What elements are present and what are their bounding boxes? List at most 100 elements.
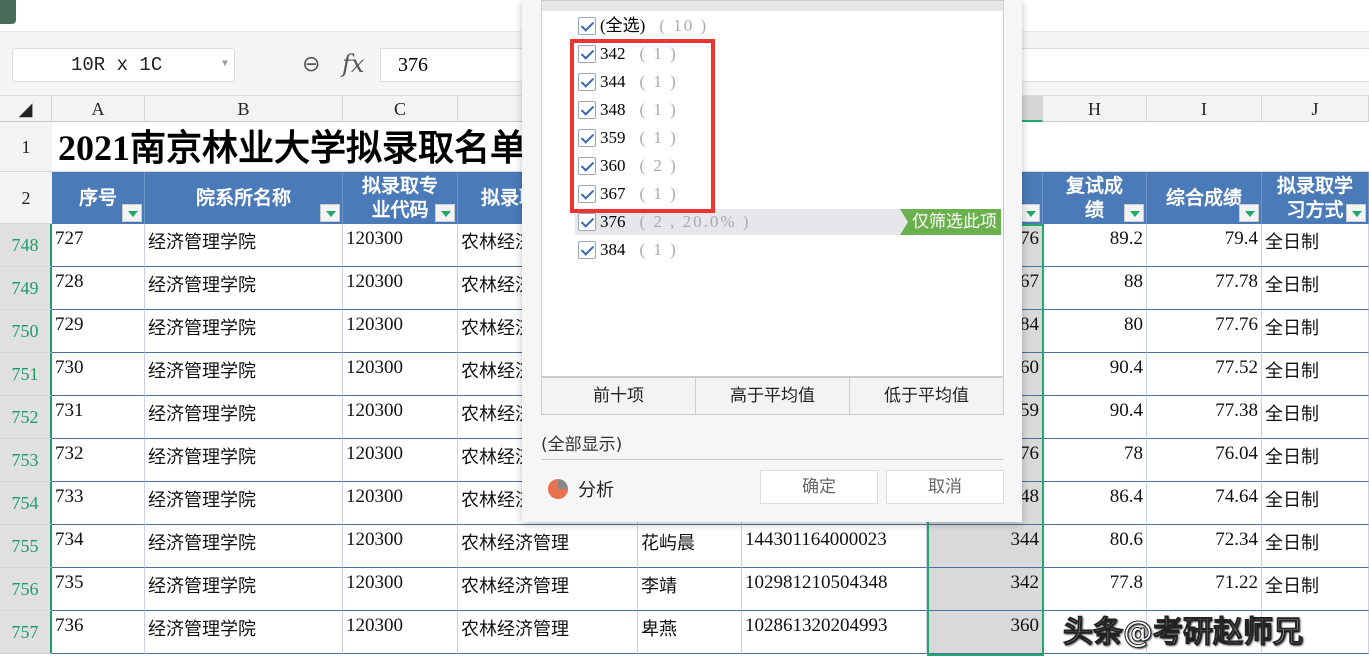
cell-J[interactable]: 全日制: [1262, 525, 1369, 568]
column-header-B[interactable]: B: [145, 96, 343, 122]
filter-dropdown-button[interactable]: [1020, 204, 1040, 222]
cell-B[interactable]: 经济管理学院: [145, 482, 343, 525]
cell-A[interactable]: 730: [52, 353, 145, 396]
row-header[interactable]: 748: [0, 224, 52, 267]
row-header[interactable]: 754: [0, 482, 52, 525]
cell-C[interactable]: 120300: [343, 439, 458, 482]
cell-F[interactable]: 102981210504348: [742, 568, 927, 611]
filter-dropdown-button[interactable]: [122, 204, 142, 222]
cell-B[interactable]: 经济管理学院: [145, 525, 343, 568]
column-header-J[interactable]: J: [1262, 96, 1369, 122]
cell-F[interactable]: 102861320204993: [742, 611, 927, 654]
cell-A[interactable]: 735: [52, 568, 145, 611]
cell-H[interactable]: 90.4: [1043, 353, 1147, 396]
cell-I[interactable]: 77.76: [1147, 310, 1262, 353]
cell-H[interactable]: 80: [1043, 310, 1147, 353]
column-header-C[interactable]: C: [343, 96, 458, 122]
row-header[interactable]: 755: [0, 525, 52, 568]
cell-J[interactable]: 全日制: [1262, 396, 1369, 439]
filter-dropdown-button[interactable]: [1239, 204, 1259, 222]
cell-A[interactable]: 733: [52, 482, 145, 525]
below-average-button[interactable]: 低于平均值: [850, 378, 1003, 414]
cell-H[interactable]: 78: [1043, 439, 1147, 482]
cell-C[interactable]: 120300: [343, 525, 458, 568]
cell-F[interactable]: 144301164000023: [742, 525, 927, 568]
column-header-I[interactable]: I: [1147, 96, 1262, 122]
fx-icon[interactable]: fx: [342, 50, 364, 78]
cell-C[interactable]: 120300: [343, 396, 458, 439]
cell-I[interactable]: 77.38: [1147, 396, 1262, 439]
cell-H[interactable]: 89.2: [1043, 224, 1147, 267]
cell-J[interactable]: 全日制: [1262, 568, 1369, 611]
row-header[interactable]: 753: [0, 439, 52, 482]
cell-J[interactable]: 全日制: [1262, 267, 1369, 310]
cell-B[interactable]: 经济管理学院: [145, 224, 343, 267]
cell-C[interactable]: 120300: [343, 611, 458, 654]
filter-dropdown-button[interactable]: [435, 204, 455, 222]
ok-button[interactable]: 确定: [760, 470, 878, 504]
checkbox-checked-icon[interactable]: [578, 241, 596, 259]
name-box[interactable]: 10R x 1C▼: [12, 48, 235, 82]
checkbox-checked-icon[interactable]: [578, 17, 596, 35]
filter-dropdown-button[interactable]: [320, 204, 340, 222]
row-header-2[interactable]: 2: [0, 172, 52, 224]
filter-item[interactable]: (全选)( 10 ): [578, 13, 708, 39]
cell-E[interactable]: 李靖: [638, 568, 742, 611]
cell-B[interactable]: 经济管理学院: [145, 611, 343, 654]
cell-D[interactable]: 农林经济管理: [458, 568, 638, 611]
cell-A[interactable]: 734: [52, 525, 145, 568]
filter-only-this-button[interactable]: 仅筛选此项: [900, 209, 1001, 235]
cell-J[interactable]: 全日制: [1262, 224, 1369, 267]
cell-C[interactable]: 120300: [343, 353, 458, 396]
cell-C[interactable]: 120300: [343, 568, 458, 611]
filter-item[interactable]: 384( 1 ): [578, 237, 678, 263]
cell-J[interactable]: 全日制: [1262, 482, 1369, 525]
above-average-button[interactable]: 高于平均值: [696, 378, 850, 414]
chevron-down-icon[interactable]: ▼: [222, 49, 228, 81]
cell-B[interactable]: 经济管理学院: [145, 396, 343, 439]
row-header-1[interactable]: 1: [0, 122, 52, 172]
cell-D[interactable]: 农林经济管理: [458, 611, 638, 654]
cell-I[interactable]: 72.34: [1147, 525, 1262, 568]
cell-J[interactable]: 全日制: [1262, 353, 1369, 396]
cell-I[interactable]: 79.4: [1147, 224, 1262, 267]
cell-C[interactable]: 120300: [343, 482, 458, 525]
cell-A[interactable]: 731: [52, 396, 145, 439]
cell-I[interactable]: 74.64: [1147, 482, 1262, 525]
row-header[interactable]: 756: [0, 568, 52, 611]
cell-C[interactable]: 120300: [343, 310, 458, 353]
analyze-button[interactable]: 分析: [548, 476, 614, 502]
cell-I[interactable]: 76.04: [1147, 439, 1262, 482]
cell-C[interactable]: 120300: [343, 224, 458, 267]
cell-E[interactable]: 花屿晨: [638, 525, 742, 568]
cell-H[interactable]: 86.4: [1043, 482, 1147, 525]
cell-A[interactable]: 736: [52, 611, 145, 654]
row-header[interactable]: 751: [0, 353, 52, 396]
cell-C[interactable]: 120300: [343, 267, 458, 310]
cell-I[interactable]: 77.78: [1147, 267, 1262, 310]
cell-A[interactable]: 732: [52, 439, 145, 482]
column-header-H[interactable]: H: [1043, 96, 1147, 122]
cell-I[interactable]: 77.52: [1147, 353, 1262, 396]
filter-dropdown-button[interactable]: [1346, 204, 1366, 222]
cell-B[interactable]: 经济管理学院: [145, 267, 343, 310]
checkbox-checked-icon[interactable]: [578, 213, 596, 231]
cell-A[interactable]: 729: [52, 310, 145, 353]
cell-A[interactable]: 728: [52, 267, 145, 310]
row-header[interactable]: 757: [0, 611, 52, 654]
cell-H[interactable]: 90.4: [1043, 396, 1147, 439]
cell-I[interactable]: 71.22: [1147, 568, 1262, 611]
cell-J[interactable]: 全日制: [1262, 310, 1369, 353]
column-header-A[interactable]: A: [52, 96, 145, 122]
cell-J[interactable]: 全日制: [1262, 439, 1369, 482]
cell-B[interactable]: 经济管理学院: [145, 568, 343, 611]
top-ten-button[interactable]: 前十项: [542, 378, 696, 414]
cell-E[interactable]: 卑燕: [638, 611, 742, 654]
select-all-corner[interactable]: ◢: [0, 96, 52, 122]
row-header[interactable]: 749: [0, 267, 52, 310]
cell-B[interactable]: 经济管理学院: [145, 310, 343, 353]
cell-H[interactable]: 80.6: [1043, 525, 1147, 568]
row-header[interactable]: 752: [0, 396, 52, 439]
row-header[interactable]: 750: [0, 310, 52, 353]
cell-H[interactable]: 88: [1043, 267, 1147, 310]
